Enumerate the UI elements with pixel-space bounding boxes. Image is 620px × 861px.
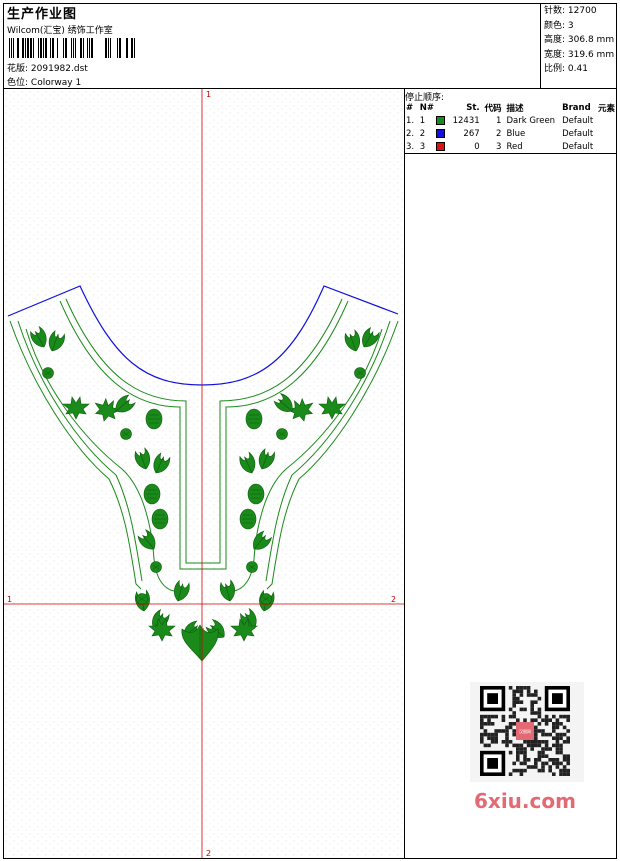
col-code: 代码 bbox=[484, 103, 502, 114]
axis-label-top: 1 bbox=[206, 90, 211, 99]
col-stitches: St. bbox=[466, 102, 480, 113]
stat-height: 高度: 306.8 mm bbox=[544, 35, 615, 45]
barcode-image bbox=[9, 38, 135, 58]
colorway-label: 色位: bbox=[7, 78, 29, 88]
design-value: 2091982.dst bbox=[30, 64, 88, 74]
design-info: 花版: 2091982.dst bbox=[7, 61, 88, 74]
header-stats-divider bbox=[540, 3, 541, 88]
embroidery-preview: 1 2 1 2 bbox=[4, 89, 404, 858]
colorway-value: Colorway 1 bbox=[30, 78, 82, 88]
panel-separator bbox=[405, 153, 616, 154]
design-label: 花版: bbox=[7, 64, 29, 74]
svg-text:汉图网: 汉图网 bbox=[519, 728, 531, 734]
color-sequence-table: # N# St. 代码 描述 Brand 元素 1. 1 12431 1 Dar… bbox=[405, 101, 616, 153]
col-element: 元素 bbox=[597, 103, 615, 114]
stat-scale: 比例: 0.41 bbox=[544, 64, 588, 74]
page-title: 生产作业图 bbox=[7, 7, 78, 22]
axis-label-bottom: 2 bbox=[206, 849, 211, 858]
col-brand: Brand bbox=[562, 102, 591, 113]
production-worksheet: 生产作业图 Wilcom(汇宝) 绣饰工作室 花版: 2091982.dst 色… bbox=[0, 0, 620, 861]
qr-code-image: 汉图网 bbox=[470, 682, 584, 782]
axis-label-right: 2 bbox=[391, 595, 396, 604]
stat-colors: 颜色: 3 bbox=[544, 20, 574, 31]
preview-background bbox=[4, 89, 404, 858]
table-row: 1. 1 12431 1 Dark Green Default bbox=[406, 115, 594, 126]
color-swatch bbox=[436, 128, 446, 138]
table-row: 3. 3 0 3 Red Default bbox=[406, 141, 594, 152]
axis-label-left: 1 bbox=[7, 595, 12, 604]
page-subtitle: Wilcom(汇宝) 绣饰工作室 bbox=[7, 26, 113, 36]
color-swatch bbox=[436, 115, 446, 125]
colorway-info: 色位: Colorway 1 bbox=[7, 75, 81, 88]
stat-width: 宽度: 319.6 mm bbox=[544, 49, 615, 60]
table-row: 2. 2 267 2 Blue Default bbox=[406, 128, 594, 139]
col-swatch bbox=[435, 101, 451, 114]
col-desc: 描述 bbox=[506, 103, 524, 114]
watermark-text: 6xiu.com bbox=[474, 789, 576, 813]
col-n: N# bbox=[419, 102, 435, 113]
color-swatch bbox=[436, 141, 446, 151]
stat-stitches: 针数: 12700 bbox=[544, 6, 597, 16]
col-num: # bbox=[406, 102, 414, 113]
design-stats: 针数: 12700 颜色: 3 高度: 306.8 mm 宽度: 319.6 m… bbox=[544, 4, 614, 77]
table-header-row: # N# St. 代码 描述 Brand 元素 bbox=[405, 101, 616, 114]
